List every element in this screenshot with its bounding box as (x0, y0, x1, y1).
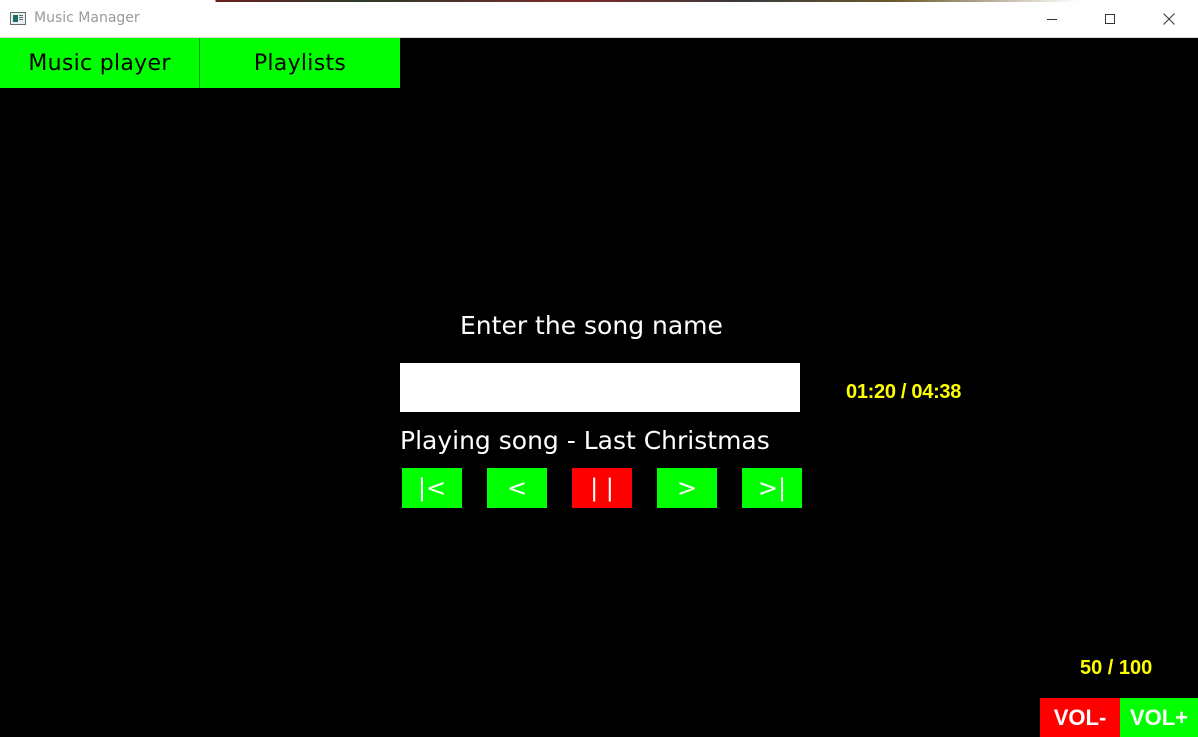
next-button[interactable]: > (657, 468, 717, 508)
volume-level: 50 / 100 (1080, 657, 1153, 679)
close-button[interactable] (1140, 0, 1198, 37)
tab-playlists[interactable]: Playlists (200, 38, 400, 88)
close-icon (1163, 12, 1175, 25)
pause-button[interactable]: | | (572, 468, 632, 508)
title-bar: Music Manager (0, 0, 1198, 38)
now-playing-label: Playing song - Last Christmas (400, 426, 770, 455)
skip-to-end-button[interactable]: >| (742, 468, 802, 508)
volume-up-button[interactable]: VOL+ (1120, 698, 1198, 737)
volume-down-button[interactable]: VOL- (1040, 698, 1120, 737)
song-search-input[interactable] (400, 363, 800, 412)
maximize-button[interactable] (1081, 0, 1139, 37)
title-bar-accent-strip (0, 0, 1198, 2)
tab-music-player[interactable]: Music player (0, 38, 200, 88)
window-title: Music Manager (34, 10, 140, 26)
minimize-icon (1047, 18, 1057, 20)
skip-to-start-button[interactable]: |< (402, 468, 462, 508)
maximize-icon (1105, 13, 1115, 24)
minimize-button[interactable] (1023, 0, 1081, 37)
playback-time: 01:20 / 04:38 (846, 381, 962, 403)
search-label: Enter the song name (460, 311, 723, 340)
app-window-icon (10, 12, 26, 25)
previous-button[interactable]: < (487, 468, 547, 508)
